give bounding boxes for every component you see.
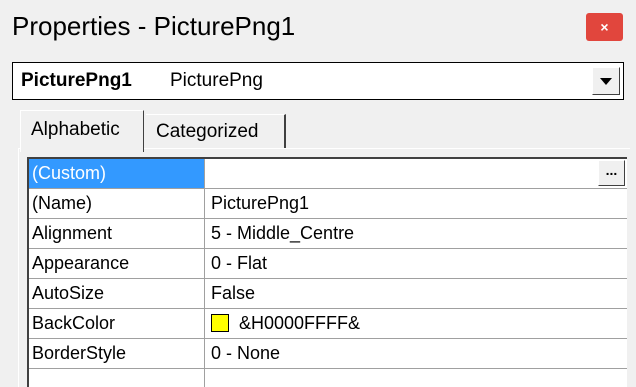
close-icon: ×: [600, 19, 609, 35]
chevron-down-icon: [600, 77, 612, 85]
object-name: PicturePng1: [21, 70, 132, 91]
property-value[interactable]: 0 - Flat: [205, 249, 627, 278]
property-name: BackColor: [29, 309, 205, 338]
property-name: (Custom): [29, 159, 205, 188]
property-name: Appearance: [29, 249, 205, 278]
property-name: (Name): [29, 189, 205, 218]
property-value[interactable]: 5 - Middle_Centre: [205, 219, 627, 248]
property-grid: (Custom) ... (Name) PicturePng1 Alignmen…: [27, 157, 627, 387]
property-name: BorderStyle: [29, 339, 205, 368]
property-value[interactable]: PicturePng1: [205, 189, 627, 218]
color-swatch: [211, 314, 229, 332]
tab-label: Categorized: [156, 121, 259, 142]
object-selector-dropdown[interactable]: PicturePng1 PicturePng: [12, 62, 624, 100]
property-row-appearance[interactable]: Appearance 0 - Flat: [29, 249, 627, 279]
object-type: PicturePng: [170, 70, 263, 91]
property-row-name[interactable]: (Name) PicturePng1: [29, 189, 627, 219]
property-value[interactable]: &H0000FFFF&: [205, 309, 627, 338]
property-value[interactable]: [205, 369, 627, 387]
property-value[interactable]: 0 - None: [205, 339, 627, 368]
window-title: Properties - PicturePng1: [12, 11, 296, 41]
close-button[interactable]: ×: [586, 13, 623, 41]
property-name: AutoSize: [29, 279, 205, 308]
tab-label: Alphabetic: [31, 119, 120, 140]
property-name: Alignment: [29, 219, 205, 248]
dropdown-button[interactable]: [592, 67, 620, 95]
ellipsis-button[interactable]: ...: [598, 160, 625, 186]
property-row-autosize[interactable]: AutoSize False: [29, 279, 627, 309]
tab-panel: (Custom) ... (Name) PicturePng1 Alignmen…: [18, 148, 630, 387]
property-name: [29, 369, 205, 387]
property-value[interactable]: ...: [205, 159, 627, 188]
title-bar[interactable]: Properties - PicturePng1 ×: [0, 0, 636, 50]
properties-window: Properties - PicturePng1 × PicturePng1 P…: [0, 0, 636, 387]
property-row-alignment[interactable]: Alignment 5 - Middle_Centre: [29, 219, 627, 249]
property-row-custom[interactable]: (Custom) ...: [29, 159, 627, 189]
property-row-partial[interactable]: [29, 369, 627, 387]
property-row-borderstyle[interactable]: BorderStyle 0 - None: [29, 339, 627, 369]
tab-alphabetic[interactable]: Alphabetic: [20, 110, 144, 152]
tab-categorized[interactable]: Categorized: [146, 114, 286, 148]
property-tabs: Alphabetic Categorized: [20, 110, 620, 152]
color-value-text: &H0000FFFF&: [239, 313, 361, 333]
property-value[interactable]: False: [205, 279, 627, 308]
property-row-backcolor[interactable]: BackColor &H0000FFFF&: [29, 309, 627, 339]
